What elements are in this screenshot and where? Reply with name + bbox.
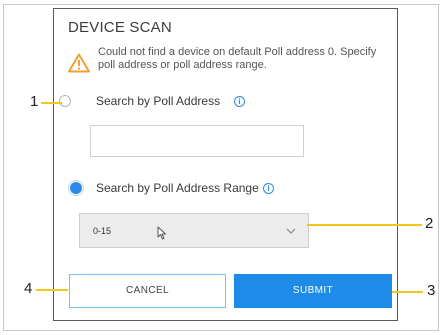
callout-line-2: [307, 224, 422, 226]
radio-search-address[interactable]: [59, 95, 71, 107]
radio-search-range[interactable]: [68, 180, 84, 196]
warning-message: Could not find a device on default Poll …: [98, 46, 377, 71]
poll-range-select[interactable]: 0-15: [79, 213, 309, 248]
option-address-label: Search by Poll Address: [96, 94, 221, 108]
callout-3: 3: [427, 282, 436, 299]
submit-button[interactable]: SUBMIT: [234, 274, 392, 308]
callout-line-1: [41, 102, 62, 104]
callout-4: 4: [24, 280, 33, 297]
poll-address-input[interactable]: [90, 125, 304, 157]
dialog-title: DEVICE SCAN: [68, 19, 172, 36]
callout-1: 1: [30, 93, 39, 110]
device-scan-dialog: DEVICE SCAN Could not find a device on d…: [53, 8, 398, 321]
chevron-down-icon: [286, 228, 296, 234]
info-icon[interactable]: i: [263, 183, 274, 194]
warning-icon: [68, 53, 90, 73]
option-range-label: Search by Poll Address Range: [96, 181, 259, 195]
select-value: 0-15: [93, 226, 112, 236]
callout-2: 2: [425, 215, 434, 232]
mouse-cursor-icon: [157, 226, 166, 240]
info-icon[interactable]: i: [234, 96, 245, 107]
cancel-button[interactable]: CANCEL: [69, 274, 226, 308]
callout-line-4: [36, 289, 68, 291]
callout-line-3: [392, 291, 423, 293]
